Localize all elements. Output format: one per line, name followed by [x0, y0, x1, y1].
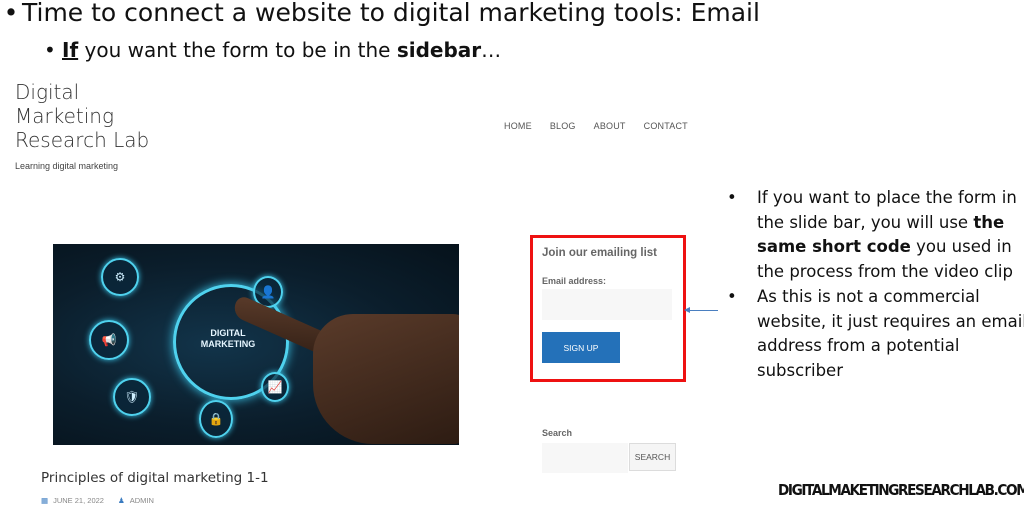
- site-title-line: Marketing: [15, 104, 114, 128]
- site-title-line: Digital: [15, 80, 80, 104]
- pointer-arrow-head: [684, 307, 690, 313]
- main-nav: HOME BLOG ABOUT CONTACT: [504, 121, 688, 131]
- post-date[interactable]: ▦ JUNE 21, 2022: [41, 496, 104, 505]
- subtitle-ellipsis: …: [481, 38, 502, 62]
- chart-icon: 📈: [261, 372, 289, 402]
- site-title-line: Research Lab: [15, 128, 150, 152]
- bullet: •: [727, 188, 737, 207]
- subtitle-if: If: [62, 38, 79, 62]
- sign-up-button[interactable]: SIGN UP: [542, 332, 620, 363]
- slide-subtitle: • If you want the form to be in the sideb…: [44, 38, 501, 62]
- post-date-text: JUNE 21, 2022: [53, 496, 104, 505]
- post-meta: ▦ JUNE 21, 2022 ♟ ADMIN: [41, 496, 154, 505]
- site-tagline: Learning digital marketing: [15, 161, 119, 171]
- post-title[interactable]: Principles of digital marketing 1-1: [41, 470, 269, 486]
- post-author-text: ADMIN: [129, 496, 154, 505]
- hero-label: DIGITAL MARKETING: [183, 328, 273, 350]
- subtitle-text: you want the form to be in the: [78, 38, 397, 62]
- search-label: Search: [542, 428, 573, 438]
- user-icon: ♟: [117, 496, 125, 505]
- search-button[interactable]: SEARCH: [629, 443, 676, 471]
- megaphone-icon: 📢: [89, 320, 129, 360]
- hand: [313, 314, 459, 444]
- slide-title-text: Time to connect a website to digital mar…: [22, 0, 760, 27]
- nav-home[interactable]: HOME: [504, 121, 532, 131]
- slide-title: • Time to connect a website to digital ma…: [0, 0, 760, 27]
- nav-blog[interactable]: BLOG: [550, 121, 576, 131]
- email-label: Email address:: [542, 276, 607, 286]
- nav-about[interactable]: ABOUT: [594, 121, 626, 131]
- gears-icon: ⚙: [101, 258, 139, 296]
- bullet: •: [44, 38, 56, 62]
- lock-icon: 🔒: [199, 400, 233, 438]
- signup-form-heading: Join our emailing list: [542, 247, 658, 259]
- subtitle-bold: sidebar: [396, 38, 482, 62]
- pointer-arrow-line: [688, 310, 718, 311]
- bullet: •: [727, 286, 737, 306]
- nav-contact[interactable]: CONTACT: [644, 121, 688, 131]
- note-item: • As this is not a commercial website, i…: [727, 285, 1024, 384]
- calendar-icon: ▦: [41, 496, 49, 505]
- note-item: • If you want to place the form in the s…: [727, 186, 1024, 285]
- bullet: •: [3, 0, 19, 27]
- email-input[interactable]: [542, 289, 672, 320]
- search-input[interactable]: [542, 443, 628, 473]
- footer-url: DIGITALMAKETINGRESEARCHLAB.COM: [778, 481, 1024, 499]
- shield-icon: 🛡: [113, 378, 151, 416]
- note-text: As this is not a commercial website, it …: [757, 286, 1024, 380]
- site-title[interactable]: Digital Marketing Research Lab: [15, 80, 149, 152]
- hero-label-line: DIGITAL: [210, 328, 246, 338]
- slide-notes: • If you want to place the form in the s…: [727, 186, 1024, 384]
- hero-label-line: MARKETING: [200, 339, 256, 349]
- post-featured-image[interactable]: DIGITAL MARKETING ⚙ 📢 🛡 🔒 👤 📈: [53, 244, 459, 445]
- post-author[interactable]: ♟ ADMIN: [118, 496, 154, 505]
